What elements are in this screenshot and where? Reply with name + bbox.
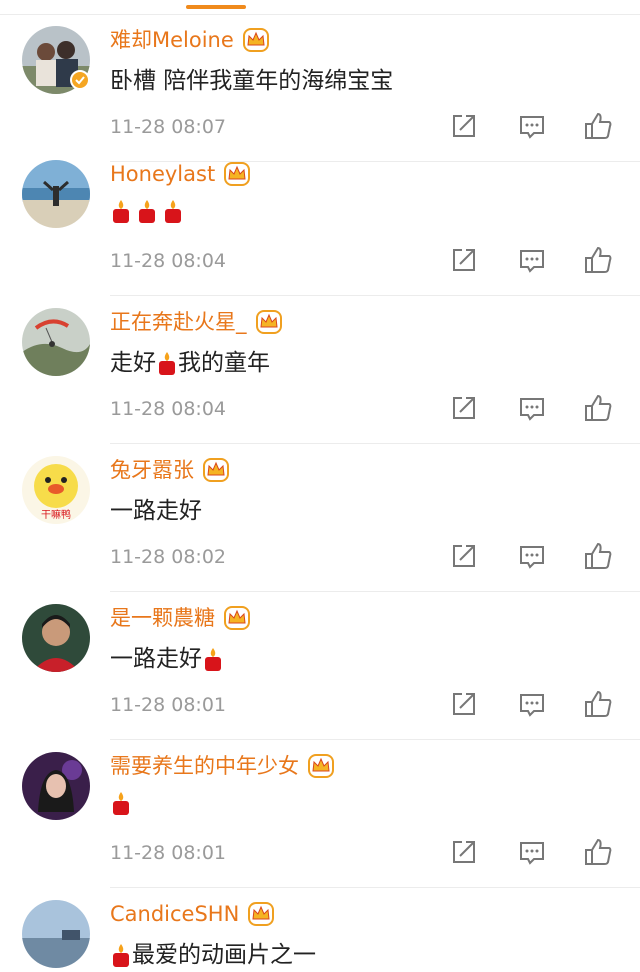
comment-text: 最爱的动画片之一 — [110, 938, 316, 972]
candle-icon — [110, 198, 132, 224]
username[interactable]: Honeylast — [110, 160, 251, 188]
avatar[interactable] — [22, 308, 90, 376]
comment-text: 走好 我的童年 — [110, 346, 270, 380]
comment-icon[interactable] — [516, 244, 548, 276]
comment-text-main: 一路走好 — [110, 498, 202, 524]
username[interactable]: 兔牙嚣张 — [110, 456, 230, 484]
share-icon[interactable] — [448, 244, 480, 276]
share-icon[interactable] — [448, 110, 480, 142]
avatar[interactable]: 干嘛鸭 — [22, 456, 90, 524]
comment-text — [110, 790, 132, 816]
username-text[interactable]: 难却Meloine — [110, 26, 234, 54]
crown-icon — [202, 457, 230, 483]
comment-time: 11-28 08:02 — [110, 546, 227, 568]
comment-icon[interactable] — [516, 688, 548, 720]
username-text[interactable]: 需要养生的中年少女 — [110, 752, 299, 780]
crown-icon — [223, 161, 251, 187]
comment-time: 11-28 08:01 — [110, 694, 227, 716]
share-icon[interactable] — [448, 392, 480, 424]
share-icon[interactable] — [448, 836, 480, 868]
comment-icon[interactable] — [516, 110, 548, 142]
comment-item: 需要养生的中年少女 11-28 08:01 — [0, 740, 640, 888]
comment-item: Honeylast 11-28 08:04 — [0, 148, 640, 296]
candle-icon — [162, 198, 184, 224]
comment-text-main: 卧槽 陪伴我童年的海绵宝宝 — [110, 68, 394, 94]
share-icon[interactable] — [448, 688, 480, 720]
comment-icon[interactable] — [516, 540, 548, 572]
comment-text: 一路走好 — [110, 642, 224, 676]
avatar[interactable] — [22, 752, 90, 820]
candle-icon — [136, 198, 158, 224]
crown-icon — [307, 753, 335, 779]
comment-time: 11-28 08:04 — [110, 398, 227, 420]
comment-text — [110, 198, 184, 224]
comment-time: 11-28 08:04 — [110, 250, 227, 272]
candle-icon — [202, 646, 224, 672]
avatar-text: 干嘛鸭 — [41, 508, 71, 521]
candle-icon — [110, 790, 132, 816]
crown-icon — [223, 605, 251, 631]
thumbs-up-icon[interactable] — [582, 836, 614, 868]
candle-icon — [110, 942, 132, 968]
comment-item: 正在奔赴火星_ 走好 我的童年 11-28 08:04 — [0, 296, 640, 444]
comment-item: 难却Meloine 卧槽 陪伴我童年的海绵宝宝 11-28 08:07 — [0, 14, 640, 162]
username-text[interactable]: 是一颗農糖 — [110, 604, 215, 632]
active-tab-indicator — [186, 5, 246, 9]
comment-item: 干嘛鸭 兔牙嚣张 一路走好 11-28 08:02 — [0, 444, 640, 592]
thumbs-up-icon[interactable] — [582, 392, 614, 424]
comment-time: 11-28 08:01 — [110, 842, 227, 864]
avatar[interactable] — [22, 160, 90, 228]
top-divider — [0, 0, 640, 15]
comment-item: CandiceSHN 最爱的动画片之一 — [0, 888, 640, 972]
username[interactable]: CandiceSHN — [110, 900, 275, 928]
crown-icon — [247, 901, 275, 927]
avatar[interactable] — [22, 900, 90, 968]
comment-text: 一路走好 — [110, 494, 202, 528]
comment-text-main: 一路走好 — [110, 646, 202, 672]
avatar[interactable] — [22, 604, 90, 672]
comment-text-tail: 我的童年 — [178, 350, 270, 376]
crown-icon — [255, 309, 283, 335]
comment-icon[interactable] — [516, 392, 548, 424]
username[interactable]: 正在奔赴火星_ — [110, 308, 283, 336]
username-text[interactable]: 兔牙嚣张 — [110, 456, 194, 484]
username-text[interactable]: Honeylast — [110, 160, 215, 188]
comment-icon[interactable] — [516, 836, 548, 868]
comment-text-tail: 最爱的动画片之一 — [132, 942, 316, 968]
crown-icon — [242, 27, 270, 53]
username-text[interactable]: 正在奔赴火星_ — [110, 308, 247, 336]
candle-icon — [156, 350, 178, 376]
username[interactable]: 需要养生的中年少女 — [110, 752, 335, 780]
comment-time: 11-28 08:07 — [110, 116, 227, 138]
thumbs-up-icon[interactable] — [582, 688, 614, 720]
thumbs-up-icon[interactable] — [582, 540, 614, 572]
verified-badge-icon — [70, 70, 90, 90]
thumbs-up-icon[interactable] — [582, 110, 614, 142]
thumbs-up-icon[interactable] — [582, 244, 614, 276]
username[interactable]: 是一颗農糖 — [110, 604, 251, 632]
share-icon[interactable] — [448, 540, 480, 572]
comment-item: 是一颗農糖 一路走好 11-28 08:01 — [0, 592, 640, 740]
comment-text-main: 走好 — [110, 350, 156, 376]
username[interactable]: 难却Meloine — [110, 26, 270, 54]
username-text[interactable]: CandiceSHN — [110, 900, 239, 928]
comment-text: 卧槽 陪伴我童年的海绵宝宝 — [110, 64, 393, 98]
